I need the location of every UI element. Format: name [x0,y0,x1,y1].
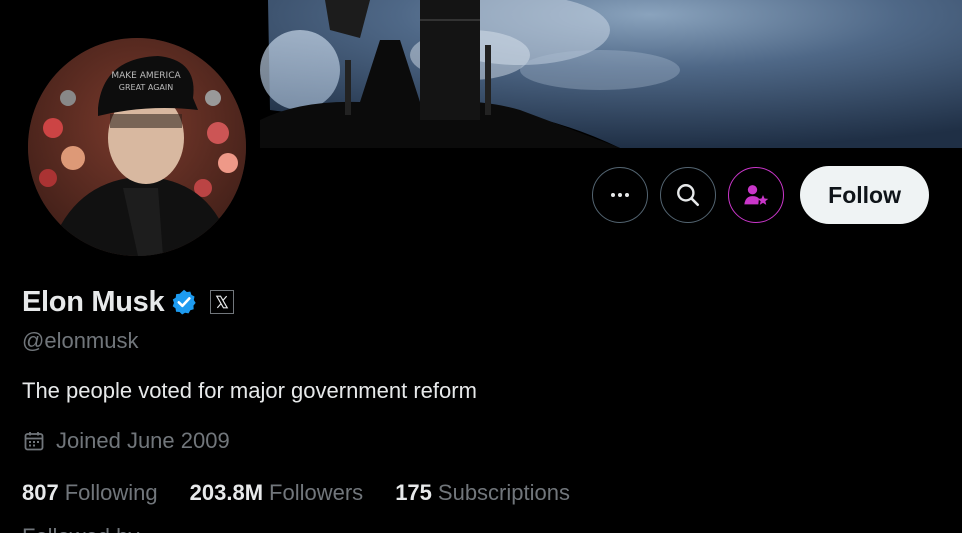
subscribe-button[interactable] [728,167,785,223]
more-icon [611,193,630,197]
subscriptions-link[interactable]: 175 Subscriptions [395,480,570,506]
joined-text: Joined June 2009 [56,428,230,453]
verified-badge-icon[interactable] [170,288,198,316]
calendar-icon [24,432,44,451]
profile-stats: 807 Following 203.8M Followers 175 Subsc… [22,480,922,506]
subscribe-icon [744,185,769,205]
profile-avatar[interactable]: MAKE AMERICA GREAT AGAIN [28,38,246,256]
followers-count: 203.8M [189,480,264,505]
followed-by-line[interactable]: Followed by ... [22,524,164,533]
svg-text:GREAT AGAIN: GREAT AGAIN [119,83,173,92]
profile-name: Elon Musk [22,285,165,318]
name-row: Elon Musk [22,282,922,322]
joined-date: Joined June 2009 [22,428,922,454]
affiliate-badge[interactable] [210,290,235,314]
search-icon [677,184,700,207]
following-label: Following [64,480,158,505]
x-logo-icon [216,295,229,309]
profile-actions: Follow [592,166,929,224]
profile-handle: @elonmusk [22,328,139,353]
profile-bio: The people voted for major government re… [22,378,477,403]
more-button[interactable] [592,167,649,223]
subscriptions-label: Subscriptions [437,480,570,505]
svg-text:MAKE AMERICA: MAKE AMERICA [111,71,181,81]
search-profile-button[interactable] [660,167,717,223]
follow-button[interactable]: Follow [800,166,929,224]
following-count: 807 [22,480,59,505]
followers-label: Followers [269,480,364,505]
subscriptions-count: 175 [395,480,432,505]
following-link[interactable]: 807 Following [22,480,158,506]
profile-info: Elon Musk @elonmusk The people voted for… [22,282,922,506]
followers-link[interactable]: 203.8M Followers [190,480,364,506]
profile-page: MAKE AMERICA GREAT AGAIN Follow Elon Mus… [0,0,962,533]
